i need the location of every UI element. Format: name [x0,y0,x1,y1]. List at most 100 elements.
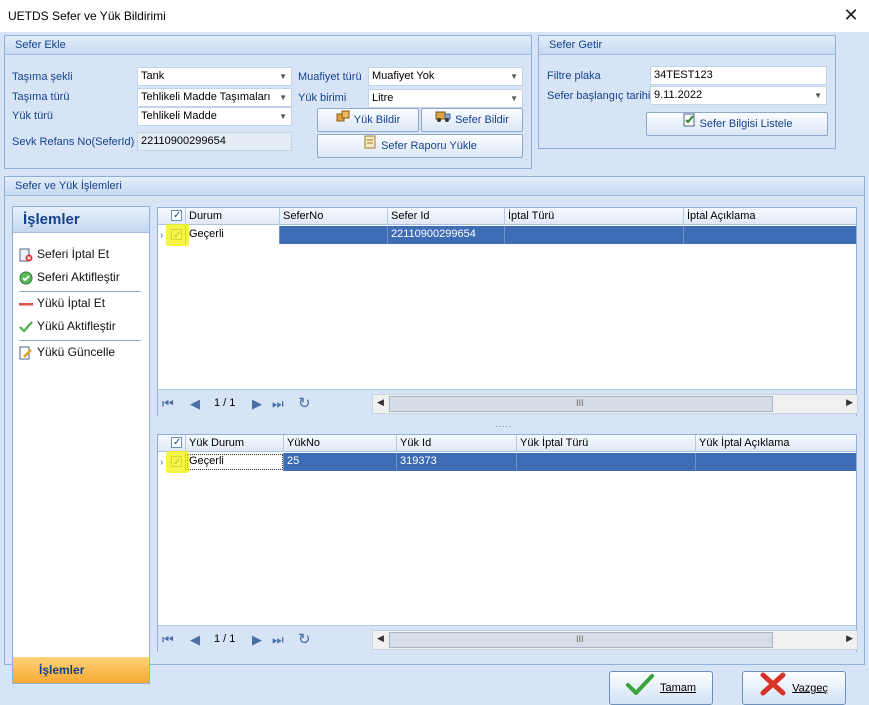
muafiyet-combo[interactable]: Muafiyet Yok ▼ [368,67,523,86]
cell-yuk-no: 25 [284,453,397,471]
sefer-raporu-label: Sefer Raporu Yükle [381,140,477,152]
cell-durum: Geçerli [186,226,280,244]
yuk-grid-hscroll[interactable]: ◀ III ▶ [372,630,858,650]
close-icon [760,672,786,705]
col-iptal-aciklama[interactable]: İptal Açıklama [684,208,858,225]
checkmark-icon [19,320,33,334]
first-page-icon[interactable]: ⏮ [162,632,174,648]
prev-page-icon[interactable]: ◀ [190,396,200,412]
islemler-group-title: Sefer ve Yük İşlemleri [5,177,864,196]
sefer-bildir-button[interactable]: Sefer Bildir [421,108,523,132]
first-page-icon[interactable]: ⏮ [162,396,174,412]
select-all-checkbox[interactable] [171,208,182,224]
col-sefer-no[interactable]: SeferNo [280,208,388,225]
yuk-turu-label: Yük türü [12,110,53,122]
select-all-checkbox[interactable] [171,435,182,451]
sefer-raporu-button[interactable]: Sefer Raporu Yükle [317,134,523,158]
muafiyet-label: Muafiyet türü [298,71,362,83]
col-iptal-turu[interactable]: İptal Türü [505,208,684,225]
col-durum[interactable]: Durum [186,208,280,225]
col-yuk-iptal-turu[interactable]: Yük İptal Türü [517,435,696,452]
select-all-cell [158,208,186,225]
last-page-icon[interactable]: ⏭ [272,632,284,648]
chevron-down-icon: ▼ [279,93,287,102]
splitter-grip[interactable]: ..... [495,419,513,429]
sefer-grid-header: Durum SeferNo Sefer Id İptal Türü İptal … [158,208,856,225]
cell-iptal-turu [505,226,684,244]
sefer-ekle-title: Sefer Ekle [5,36,531,55]
prev-page-icon[interactable]: ◀ [190,632,200,648]
table-row[interactable]: › Geçerli 25 319373 [158,453,856,471]
cell-iptal-aciklama [684,226,858,244]
refresh-icon[interactable]: ↻ [298,394,311,412]
nav-footer[interactable]: İşlemler [13,657,149,683]
refresh-icon[interactable]: ↻ [298,630,311,648]
filtre-plaka-input[interactable]: 34TEST123 [650,66,827,85]
cancel-document-icon [19,248,33,262]
nav-item-label: Yükü Aktifleştir [37,319,116,333]
sefer-tarih-picker[interactable]: 9.11.2022 ▼ [650,86,827,105]
tasima-turu-combo[interactable]: Tehlikeli Madde Taşımaları ▼ [137,88,292,107]
nav-item-label: Seferi İptal Et [37,247,110,261]
row-indicator-icon: › [160,230,164,241]
select-all-cell [158,435,186,452]
title-bar: UETDS Sefer ve Yük Bildirimi ✕ [0,0,869,32]
checklist-icon [682,113,696,135]
document-icon [363,135,377,157]
chevron-down-icon: ▼ [279,112,287,121]
scroll-left-icon[interactable]: ◀ [377,633,384,644]
cell-yuk-iptal-aciklama [696,453,858,471]
yuk-birimi-combo[interactable]: Litre ▼ [368,89,523,108]
scroll-right-icon[interactable]: ▶ [846,633,853,644]
page-indicator: 1 / 1 [214,397,236,409]
sefer-grid-hscroll[interactable]: ◀ III ▶ [372,394,858,414]
nav-item-yuk-aktif[interactable]: Yükü Aktifleştir [19,317,116,335]
muafiyet-value: Muafiyet Yok [372,70,435,82]
highlight-marker [166,451,189,473]
vazgec-button[interactable]: Vazgeç [742,671,846,705]
scroll-thumb[interactable]: III [389,632,773,648]
chevron-down-icon: ▼ [279,72,287,81]
cell-sefer-id: 22110900299654 [388,226,505,244]
cell-yuk-durum[interactable]: Geçerli [186,453,284,471]
client-area: Sefer Ekle Taşıma şekli Tank ▼ Taşıma tür… [0,32,869,705]
col-yuk-iptal-aciklama[interactable]: Yük İptal Açıklama [696,435,858,452]
scroll-right-icon[interactable]: ▶ [846,397,853,408]
scroll-thumb[interactable]: III [389,396,773,412]
scroll-left-icon[interactable]: ◀ [377,397,384,408]
tasima-sekli-value: Tank [141,70,165,82]
tamam-button[interactable]: Tamam [609,671,713,705]
table-row[interactable]: › Geçerli 22110900299654 [158,226,856,244]
highlight-marker [166,224,189,246]
vazgec-label: Vazgeç [792,682,828,695]
nav-item-sefer-aktif[interactable]: Seferi Aktifleştir [19,268,120,286]
nav-item-sefer-iptal[interactable]: Seferi İptal Et [19,245,109,263]
col-sefer-id[interactable]: Sefer Id [388,208,505,225]
col-yuk-no[interactable]: YükNo [284,435,397,452]
col-yuk-durum[interactable]: Yük Durum [186,435,284,452]
yuk-birimi-label: Yük birimi [298,92,347,104]
nav-item-yuk-guncelle[interactable]: Yükü Güncelle [19,343,115,361]
box-icon [336,109,350,131]
next-page-icon[interactable]: ▶ [252,632,262,648]
sevk-field[interactable]: 22110900299654 [137,132,292,151]
cell-sefer-no [280,226,388,244]
sevk-label: Sevk Refans No(SeferId) [12,136,135,148]
sefer-listele-button[interactable]: Sefer Bilgisi Listele [646,112,828,136]
chevron-down-icon: ▼ [510,94,518,103]
nav-divider [19,340,141,341]
filtre-plaka-label: Filtre plaka [547,70,601,82]
close-icon[interactable]: ✕ [839,4,863,26]
col-yuk-id[interactable]: Yük Id [397,435,517,452]
nav-item-yuk-iptal[interactable]: Yükü İptal Et [19,294,105,312]
yuk-turu-combo[interactable]: Tehlikeli Madde ▼ [137,107,292,126]
yuk-bildir-label: Yük Bildir [353,114,401,126]
last-page-icon[interactable]: ⏭ [272,396,284,412]
chevron-down-icon: ▼ [814,91,822,100]
sefer-listele-label: Sefer Bilgisi Listele [699,118,793,130]
yuk-grid-pager: ⏮ ◀ 1 / 1 ▶ ⏭ ↻ ◀ III ▶ [158,625,858,652]
tasima-sekli-combo[interactable]: Tank ▼ [137,67,292,86]
next-page-icon[interactable]: ▶ [252,396,262,412]
nav-divider [19,291,141,292]
yuk-bildir-button[interactable]: Yük Bildir [317,108,419,132]
